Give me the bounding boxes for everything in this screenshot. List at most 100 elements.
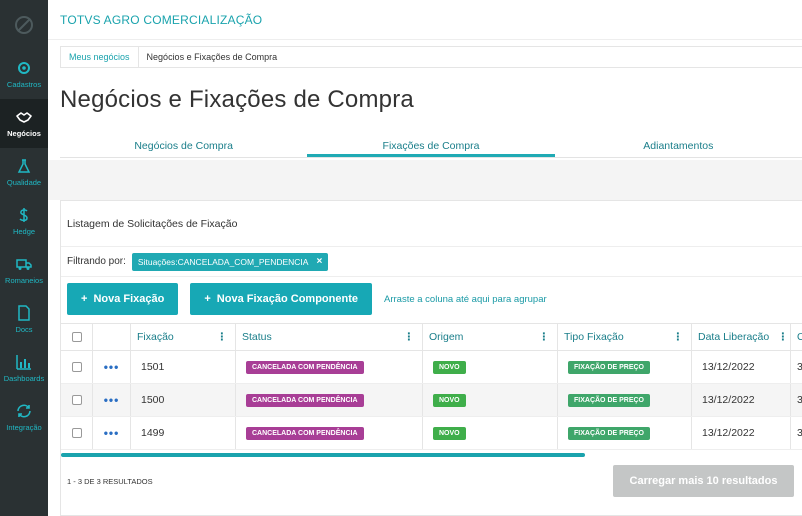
app-logo[interactable]	[0, 0, 48, 50]
main-content: TOTVS AGRO COMERCIALIZAÇÃO Meus negócios…	[48, 0, 802, 516]
column-header-fixacao[interactable]: Fixação ⋮	[131, 324, 236, 350]
cell-origem: NOVO	[423, 384, 558, 416]
row-select-cell	[61, 417, 93, 449]
row-checkbox[interactable]	[71, 395, 82, 405]
column-header-extra[interactable]: O	[791, 324, 802, 350]
column-menu-icon[interactable]: ⋮	[778, 331, 789, 343]
row-menu-cell: •••	[93, 351, 131, 383]
column-header-data-liberacao[interactable]: Data Liberação ⋮	[692, 324, 791, 350]
tab-negocios-de-compra[interactable]: Negócios de Compra	[60, 134, 307, 157]
cell-tipo-fixacao: FIXAÇÃO DE PREÇO	[558, 384, 692, 416]
more-icon[interactable]: •••	[104, 393, 120, 407]
filter-chip[interactable]: Situações:CANCELADA_COM_PENDENCIA ×	[131, 252, 329, 271]
column-menu-icon[interactable]: ⋮	[217, 331, 228, 343]
column-header-status[interactable]: Status ⋮	[236, 324, 423, 350]
sidebar: Cadastros Negócios Qualidade Hedge Roman…	[0, 0, 48, 516]
row-select-cell	[61, 384, 93, 416]
status-badge: CANCELADA COM PENDÊNCIA	[246, 426, 364, 440]
table-row[interactable]: ••• 1500 CANCELADA COM PENDÊNCIA NOVO FI…	[61, 384, 802, 417]
more-icon[interactable]: •••	[104, 360, 120, 374]
breadcrumb-home[interactable]: Meus negócios	[61, 47, 139, 67]
document-icon	[18, 305, 30, 321]
status-badge: CANCELADA COM PENDÊNCIA	[246, 360, 364, 374]
dollar-icon	[19, 208, 28, 222]
row-menu-cell: •••	[93, 417, 131, 449]
load-more-button[interactable]: Carregar mais 10 resultados	[613, 465, 794, 497]
sidebar-item-label: Romaneios	[5, 276, 43, 285]
column-menu-icon[interactable]: ⋮	[404, 331, 415, 343]
origem-badge: NOVO	[433, 360, 466, 374]
cell-origem: NOVO	[423, 417, 558, 449]
table-row[interactable]: ••• 1501 CANCELADA COM PENDÊNCIA NOVO FI…	[61, 351, 802, 384]
cell-status: CANCELADA COM PENDÊNCIA	[236, 384, 423, 416]
row-checkbox[interactable]	[71, 362, 82, 372]
sidebar-item-dashboards[interactable]: Dashboards	[0, 344, 48, 393]
sidebar-item-qualidade[interactable]: Qualidade	[0, 148, 48, 197]
filter-chip-label: Situações:CANCELADA_COM_PENDENCIA	[137, 256, 309, 267]
sync-icon	[17, 404, 31, 418]
close-icon[interactable]: ×	[316, 256, 322, 267]
cell-extra: 3	[797, 394, 802, 406]
cell-fixacao: 1500	[131, 384, 236, 416]
column-header-label: Status	[242, 331, 272, 343]
cell-data-liberacao: 13/12/2022	[692, 384, 791, 416]
row-select-cell	[61, 351, 93, 383]
breadcrumb-current: Negócios e Fixações de Compra	[146, 52, 278, 62]
row-checkbox[interactable]	[71, 428, 82, 438]
sidebar-item-cadastros[interactable]: Cadastros	[0, 50, 48, 99]
row-menu-cell: •••	[93, 384, 131, 416]
select-all-cell	[61, 324, 93, 350]
sidebar-item-negocios[interactable]: Negócios	[0, 99, 48, 148]
column-header-label: O	[797, 331, 802, 343]
app-title: TOTVS AGRO COMERCIALIZAÇÃO	[60, 12, 263, 27]
select-all-checkbox[interactable]	[71, 332, 82, 342]
sidebar-item-label: Hedge	[12, 227, 36, 236]
plus-icon: +	[204, 293, 211, 305]
cell-status: CANCELADA COM PENDÊNCIA	[236, 351, 423, 383]
truck-icon	[16, 259, 32, 270]
cell-extra: 3	[797, 427, 802, 439]
column-header-label: Origem	[429, 331, 464, 343]
column-header-origem[interactable]: Origem ⋮	[423, 324, 558, 350]
nova-fixacao-componente-button[interactable]: + Nova Fixação Componente	[190, 283, 372, 315]
column-menu-icon[interactable]: ⋮	[539, 331, 550, 343]
cell-tipo-fixacao: FIXAÇÃO DE PREÇO	[558, 417, 692, 449]
tipo-badge: FIXAÇÃO DE PREÇO	[568, 393, 651, 407]
tab-bar: Negócios de Compra Fixações de Compra Ad…	[60, 134, 802, 158]
row-menu-header	[93, 324, 131, 350]
origem-badge: NOVO	[433, 393, 466, 407]
flask-icon	[17, 159, 31, 173]
cell-tipo-fixacao: FIXAÇÃO DE PREÇO	[558, 351, 692, 383]
tipo-badge: FIXAÇÃO DE PREÇO	[568, 360, 651, 374]
sidebar-item-hedge[interactable]: Hedge	[0, 197, 48, 246]
nova-fixacao-button[interactable]: + Nova Fixação	[67, 283, 179, 315]
nova-fixacao-label: Nova Fixação	[93, 293, 165, 305]
sidebar-item-romaneios[interactable]: Romaneios	[0, 246, 48, 295]
bar-chart-icon	[16, 355, 31, 370]
sidebar-item-docs[interactable]: Docs	[0, 295, 48, 344]
results-count: 1 - 3 DE 3 RESULTADOS	[67, 477, 153, 486]
filter-label: Filtrando por:	[67, 256, 126, 267]
cell-status: CANCELADA COM PENDÊNCIA	[236, 417, 423, 449]
sidebar-item-label: Negócios	[7, 129, 41, 138]
plus-icon: +	[81, 293, 88, 305]
sidebar-item-label: Dashboards	[3, 374, 45, 383]
column-header-tipo-fixacao[interactable]: Tipo Fixação ⋮	[558, 324, 692, 350]
filter-row: Filtrando por: Situações:CANCELADA_COM_P…	[61, 247, 802, 277]
handshake-icon	[16, 112, 32, 123]
column-menu-icon[interactable]: ⋮	[673, 331, 684, 343]
more-icon[interactable]: •••	[104, 426, 120, 440]
sidebar-item-integracao[interactable]: Integração	[0, 393, 48, 442]
top-bar: TOTVS AGRO COMERCIALIZAÇÃO	[48, 0, 802, 40]
page-title: Negócios e Fixações de Compra	[60, 86, 414, 113]
horizontal-scrollbar[interactable]	[61, 453, 585, 457]
table-row[interactable]: ••• 1499 CANCELADA COM PENDÊNCIA NOVO FI…	[61, 417, 802, 450]
grid-toolbar: + Nova Fixação + Nova Fixação Componente…	[61, 277, 802, 321]
column-header-label: Tipo Fixação	[564, 331, 624, 343]
tab-fixacoes-de-compra[interactable]: Fixações de Compra	[307, 134, 555, 157]
group-drop-hint[interactable]: Arraste a coluna até aqui para agrupar	[384, 294, 547, 305]
tab-adiantamentos[interactable]: Adiantamentos	[555, 134, 802, 157]
sidebar-item-label: Integração	[6, 423, 42, 432]
grid-header: Fixação ⋮ Status ⋮ Origem ⋮ Tipo Fixação…	[61, 323, 802, 351]
cell-fixacao: 1499	[131, 417, 236, 449]
